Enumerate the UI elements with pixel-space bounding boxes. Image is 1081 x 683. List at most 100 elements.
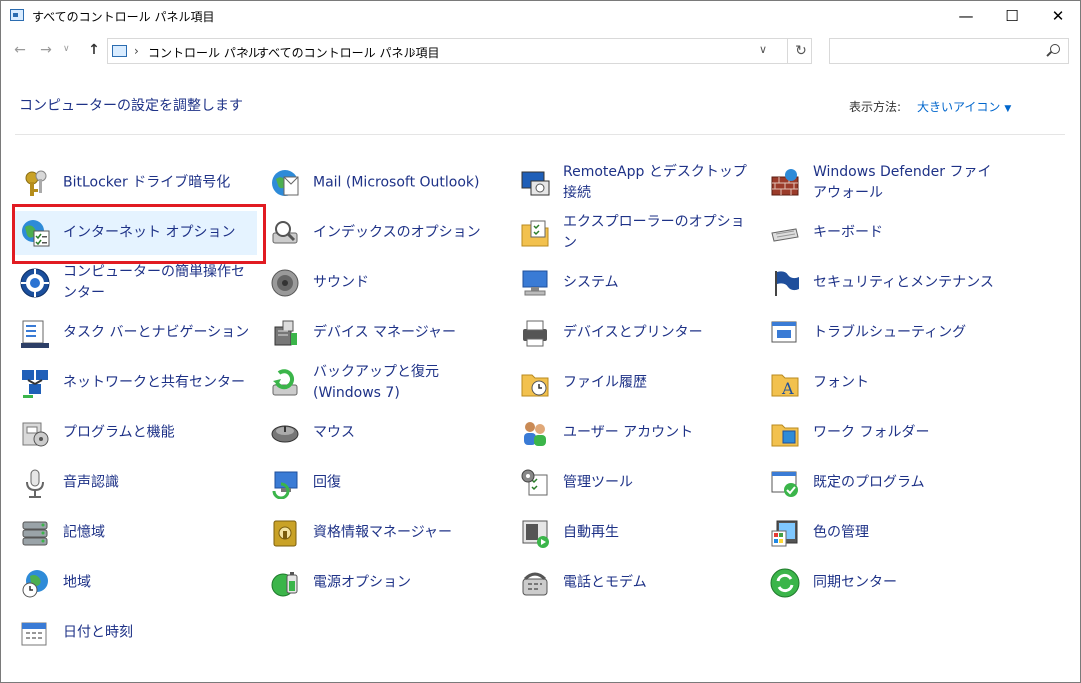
remoteapp-icon[interactable] (519, 167, 551, 199)
control-panel-item-label[interactable]: バックアップと復元 (Windows 7) (313, 362, 503, 404)
system-icon[interactable] (519, 267, 551, 299)
bitlocker-keys-icon[interactable] (19, 167, 51, 199)
control-panel-item-label[interactable]: 音声認識 (63, 473, 253, 494)
control-panel-item-label[interactable]: 同期センター (813, 573, 1003, 594)
refresh-icon[interactable]: ↻ (787, 39, 814, 63)
control-panel-item-label[interactable]: 地域 (63, 573, 253, 594)
control-panel-item[interactable]: RemoteApp とデスクトップ接続 (513, 161, 757, 205)
control-panel-item-label[interactable]: キーボード (813, 223, 1003, 244)
security-flag-icon[interactable] (769, 267, 801, 299)
minimize-button[interactable]: — (943, 1, 989, 32)
control-panel-item-label[interactable]: Mail (Microsoft Outlook) (313, 173, 503, 194)
control-panel-item[interactable]: サウンド (263, 261, 507, 305)
control-panel-item[interactable]: トラブルシューティング (763, 311, 1007, 355)
control-panel-item-label[interactable]: マウス (313, 423, 503, 444)
control-panel-item-label[interactable]: サウンド (313, 273, 503, 294)
file-history-icon[interactable] (519, 367, 551, 399)
control-panel-item[interactable]: 資格情報マネージャー (263, 511, 507, 555)
user-accounts-icon[interactable] (519, 417, 551, 449)
control-panel-item-label[interactable]: Windows Defender ファイアウォール (813, 162, 1003, 204)
control-panel-item-label[interactable]: インデックスのオプション (313, 223, 503, 244)
control-panel-item-label[interactable]: RemoteApp とデスクトップ接続 (563, 162, 753, 204)
ease-of-access-icon[interactable] (19, 267, 51, 299)
troubleshooting-icon[interactable] (769, 317, 801, 349)
keyboard-icon[interactable] (769, 217, 801, 249)
taskbar-icon[interactable] (19, 317, 51, 349)
control-panel-item[interactable]: A フォント (763, 361, 1007, 405)
forward-arrow-icon[interactable]: → (37, 42, 55, 58)
control-panel-item-label[interactable]: ワーク フォルダー (813, 423, 1003, 444)
speaker-icon[interactable] (269, 267, 301, 299)
device-manager-icon[interactable] (269, 317, 301, 349)
control-panel-item[interactable]: インデックスのオプション (263, 211, 507, 255)
mail-icon[interactable] (269, 167, 301, 199)
address-bar[interactable]: › コントロール パネル › すべてのコントロール パネル項目 › ∨ ↻ (107, 38, 812, 64)
control-panel-item[interactable]: 自動再生 (513, 511, 757, 555)
phone-modem-icon[interactable] (519, 567, 551, 599)
control-panel-item[interactable]: ファイル履歴 (513, 361, 757, 405)
color-management-icon[interactable] (769, 517, 801, 549)
control-panel-item-label[interactable]: エクスプローラーのオプション (563, 212, 753, 254)
dropdown-caret-icon[interactable]: ▼ (1004, 104, 1011, 114)
search-icon[interactable] (1050, 44, 1060, 54)
control-panel-item-label[interactable]: デバイス マネージャー (313, 323, 503, 344)
control-panel-item[interactable]: デバイスとプリンター (513, 311, 757, 355)
recovery-icon[interactable] (269, 467, 301, 500)
control-panel-item[interactable]: ネットワークと共有センター (13, 361, 257, 405)
control-panel-item-label[interactable]: セキュリティとメンテナンス (813, 273, 1003, 294)
back-arrow-icon[interactable]: ← (11, 42, 29, 58)
control-panel-item[interactable]: ワーク フォルダー (763, 411, 1007, 455)
control-panel-item-label[interactable]: 記憶域 (63, 523, 253, 544)
control-panel-item[interactable]: ユーザー アカウント (513, 411, 757, 455)
storage-icon[interactable] (19, 517, 51, 549)
control-panel-item-label[interactable]: BitLocker ドライブ暗号化 (63, 173, 253, 194)
sync-center-icon[interactable] (769, 567, 801, 599)
control-panel-item[interactable]: 同期センター (763, 561, 1007, 605)
control-panel-item[interactable]: 既定のプログラム (763, 461, 1007, 505)
microphone-icon[interactable] (19, 467, 51, 499)
control-panel-item-label[interactable]: タスク バーとナビゲーション (63, 323, 253, 344)
control-panel-item[interactable]: 電話とモデム (513, 561, 757, 605)
control-panel-item[interactable]: 電源オプション (263, 561, 507, 605)
maximize-button[interactable]: ☐ (989, 1, 1035, 32)
close-button[interactable]: ✕ (1035, 1, 1080, 32)
control-panel-item[interactable]: バックアップと復元 (Windows 7) (263, 361, 507, 405)
control-panel-item[interactable]: Windows Defender ファイアウォール (763, 161, 1007, 205)
control-panel-item[interactable]: マウス (263, 411, 507, 455)
control-panel-item[interactable]: デバイス マネージャー (263, 311, 507, 355)
control-panel-item-label[interactable]: 自動再生 (563, 523, 753, 544)
breadcrumb-separator-icon[interactable]: › (244, 44, 249, 58)
breadcrumb-separator-icon[interactable]: › (411, 44, 416, 58)
indexing-icon[interactable] (269, 217, 301, 249)
control-panel-item-label[interactable]: デバイスとプリンター (563, 323, 753, 344)
control-panel-item[interactable]: 記憶域 (13, 511, 257, 555)
control-panel-item[interactable]: システム (513, 261, 757, 305)
control-panel-item-label[interactable]: ネットワークと共有センター (63, 373, 253, 394)
control-panel-item[interactable]: 管理ツール (513, 461, 757, 505)
backup-icon[interactable] (269, 367, 301, 399)
control-panel-item-label[interactable]: トラブルシューティング (813, 323, 1003, 344)
control-panel-item[interactable]: 回復 (263, 461, 507, 505)
control-panel-item[interactable]: BitLocker ドライブ暗号化 (13, 161, 257, 205)
folder-options-icon[interactable] (519, 217, 551, 249)
control-panel-item-label[interactable]: システム (563, 273, 753, 294)
control-panel-item-label[interactable]: 回復 (313, 473, 503, 494)
control-panel-item[interactable]: 地域 (13, 561, 257, 605)
control-panel-item-label[interactable]: コンピューターの簡単操作センター (63, 262, 253, 304)
control-panel-item-label[interactable]: 管理ツール (563, 473, 753, 494)
control-panel-item-label[interactable]: 電源オプション (313, 573, 503, 594)
control-panel-item[interactable]: キーボード (763, 211, 1007, 255)
control-panel-item-label[interactable]: 電話とモデム (563, 573, 753, 594)
control-panel-item-label[interactable]: 色の管理 (813, 523, 1003, 544)
work-folders-icon[interactable] (769, 417, 801, 449)
view-by-dropdown[interactable]: 大きいアイコン ▼ (917, 98, 1011, 115)
control-panel-item-label[interactable]: プログラムと機能 (63, 423, 253, 444)
control-panel-item[interactable]: タスク バーとナビゲーション (13, 311, 257, 355)
firewall-icon[interactable] (769, 167, 801, 199)
up-arrow-icon[interactable]: ↑ (85, 42, 103, 58)
control-panel-item[interactable]: コンピューターの簡単操作センター (13, 261, 257, 305)
control-panel-item[interactable]: 日付と時刻 (13, 611, 257, 655)
control-panel-item[interactable]: Mail (Microsoft Outlook) (263, 161, 507, 205)
network-icon[interactable] (19, 367, 51, 399)
search-input[interactable] (829, 38, 1069, 64)
